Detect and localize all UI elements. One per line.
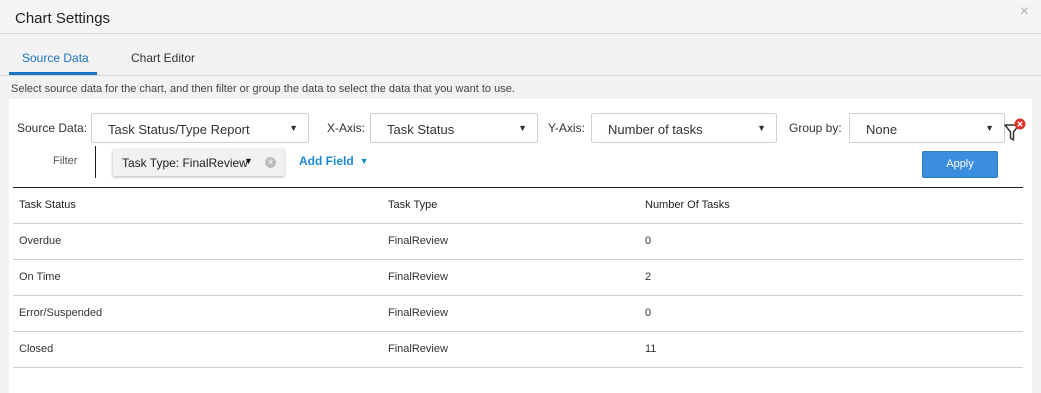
y-axis-value: Number of tasks <box>608 122 703 137</box>
table-row: On Time FinalReview 2 <box>13 259 1023 296</box>
add-field-button[interactable]: Add Field ▼ <box>299 154 369 168</box>
instructions-text: Select source data for the chart, and th… <box>11 83 515 95</box>
group-by-value: None <box>866 122 898 137</box>
filter-chip[interactable]: Task Type: FinalReview ▼ × <box>113 149 284 176</box>
table-row: Closed FinalReview 11 <box>13 331 1023 368</box>
apply-button[interactable]: Apply <box>922 151 998 178</box>
x-axis-label: X-Axis: <box>327 121 366 135</box>
add-field-label: Add Field <box>299 154 354 168</box>
tab-chart-editor[interactable]: Chart Editor <box>131 51 195 65</box>
x-axis-select[interactable]: Task Status ▼ <box>370 113 538 143</box>
group-by-label: Group by: <box>789 121 842 135</box>
cell-number-of-tasks: 11 <box>645 343 657 355</box>
filter-label: Filter <box>53 155 78 167</box>
x-axis-value: Task Status <box>387 122 455 137</box>
filter-chip-label: Task Type: FinalReview <box>122 156 248 170</box>
table-header-row: Task Status Task Type Number Of Tasks <box>13 187 1023 224</box>
cell-task-type: FinalReview <box>388 343 448 355</box>
group-by-select[interactable]: None ▼ <box>849 113 1005 143</box>
cell-number-of-tasks: 2 <box>645 271 652 283</box>
chevron-down-icon[interactable]: ▼ <box>244 156 253 166</box>
cell-number-of-tasks: 0 <box>645 307 652 319</box>
y-axis-select[interactable]: Number of tasks ▼ <box>591 113 777 143</box>
cell-task-type: FinalReview <box>388 307 448 319</box>
source-data-panel: Select source data for the chart, and th… <box>9 76 1032 393</box>
table-row: Error/Suspended FinalReview 0 <box>13 295 1023 332</box>
remove-filter-icon[interactable]: × <box>265 157 276 168</box>
cell-task-type: FinalReview <box>388 271 448 283</box>
chevron-down-icon: ▼ <box>518 123 527 133</box>
filter-icon[interactable] <box>1003 118 1027 144</box>
instructions-bar: Select source data for the chart, and th… <box>9 76 1032 99</box>
dialog-header: Chart Settings × <box>0 0 1041 34</box>
cell-task-status: Closed <box>19 343 54 355</box>
close-icon[interactable]: × <box>1020 3 1029 21</box>
cell-task-type: FinalReview <box>388 235 448 247</box>
column-header-number-of-tasks: Number Of Tasks <box>645 199 730 211</box>
chevron-down-icon: ▼ <box>289 123 298 133</box>
column-header-task-type: Task Type <box>388 199 438 211</box>
cell-task-status: Overdue <box>19 235 62 247</box>
cell-task-status: Error/Suspended <box>19 307 103 319</box>
chevron-down-icon: ▼ <box>757 123 766 133</box>
table-row: Overdue FinalReview 0 <box>13 223 1023 260</box>
source-data-value: Task Status/Type Report <box>108 122 250 137</box>
cell-number-of-tasks: 0 <box>645 235 652 247</box>
chevron-down-icon: ▼ <box>985 123 994 133</box>
tab-bar: Source Data Chart Editor <box>0 34 1041 76</box>
column-header-task-status: Task Status <box>19 199 76 211</box>
filter-divider <box>95 146 96 178</box>
chevron-down-icon: ▼ <box>359 156 369 166</box>
source-data-label: Source Data: <box>17 121 88 135</box>
y-axis-label: Y-Axis: <box>548 121 585 135</box>
cell-task-status: On Time <box>19 271 61 283</box>
tab-source-data[interactable]: Source Data <box>22 51 89 65</box>
dialog-title: Chart Settings <box>15 10 111 27</box>
source-data-select[interactable]: Task Status/Type Report ▼ <box>91 113 309 143</box>
